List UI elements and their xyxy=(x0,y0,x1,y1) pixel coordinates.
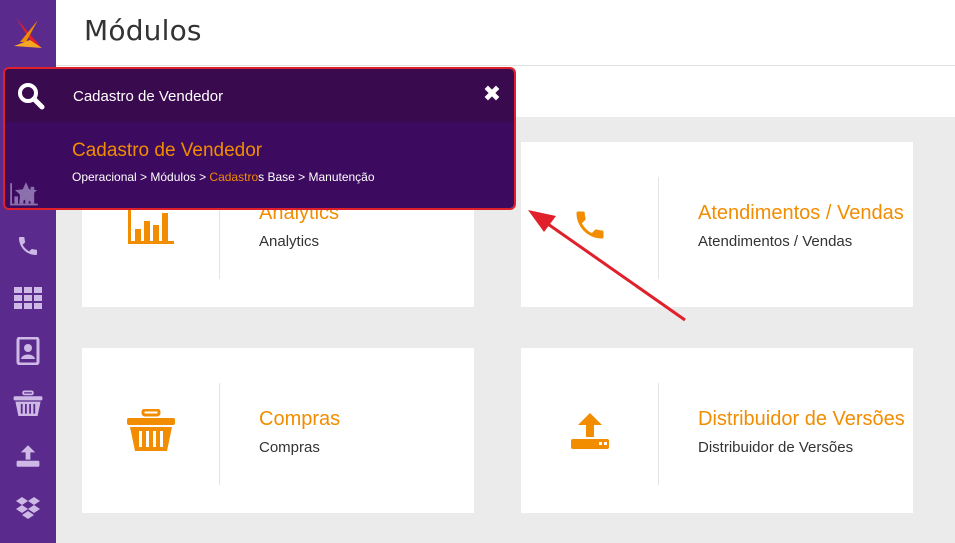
module-card-atendimentos[interactable]: Atendimentos / Vendas Atendimentos / Ven… xyxy=(521,142,913,307)
module-subtitle: Distribuidor de Versões xyxy=(698,439,854,456)
module-subtitle: Compras xyxy=(259,439,320,456)
dropbox-icon xyxy=(15,496,41,520)
module-card-distribuidor[interactable]: Distribuidor de Versões Distribuidor de … xyxy=(521,348,913,513)
card-divider xyxy=(658,383,659,485)
sidebar-item-atendimentos[interactable] xyxy=(0,220,56,272)
card-divider xyxy=(219,383,220,485)
bar-chart-icon[interactable] xyxy=(9,182,39,210)
contact-book-icon xyxy=(16,337,40,365)
search-panel: ✖ Cadastro de Vendedor Operacional > Mód… xyxy=(3,67,516,210)
search-result-item[interactable]: Cadastro de Vendedor Operacional > Módul… xyxy=(5,122,514,208)
sidebar-item-contacts[interactable] xyxy=(0,325,56,377)
sidebar-item-grid[interactable] xyxy=(0,272,56,324)
search-input[interactable] xyxy=(73,83,453,109)
module-title[interactable]: Atendimentos / Vendas xyxy=(698,202,904,225)
breadcrumb-match: Cadastro xyxy=(209,170,259,184)
search-icon[interactable] xyxy=(11,77,51,115)
module-title[interactable]: Distribuidor de Versões xyxy=(698,408,905,431)
module-card-compras[interactable]: Compras Compras xyxy=(82,348,474,513)
grid-icon xyxy=(14,287,42,309)
page-title: Módulos xyxy=(84,14,202,47)
module-title[interactable]: Compras xyxy=(259,408,340,431)
basket-icon xyxy=(82,348,219,513)
card-divider xyxy=(658,177,659,279)
sidebar-item-compras[interactable] xyxy=(0,378,56,430)
header: Módulos xyxy=(56,0,955,66)
search-result-breadcrumb: Operacional > Módulos > Cadastros Base >… xyxy=(72,170,375,184)
sidebar-item-dropbox[interactable] xyxy=(0,482,56,534)
search-result-title[interactable]: Cadastro de Vendedor xyxy=(72,140,262,162)
app: Módulos Analytics Analytics Atendimentos… xyxy=(0,0,955,543)
app-logo[interactable] xyxy=(0,0,56,66)
sidebar-item-upload[interactable] xyxy=(0,430,56,482)
module-subtitle: Atendimentos / Vendas xyxy=(698,233,853,250)
basket-icon xyxy=(13,390,43,418)
breadcrumb-part: Operacional > Módulos > xyxy=(72,170,210,184)
phone-icon xyxy=(521,142,658,307)
search-bar: ✖ xyxy=(5,69,514,122)
breadcrumb-part: s Base > Manutenção xyxy=(258,170,375,184)
module-subtitle: Analytics xyxy=(259,233,320,250)
upload-icon xyxy=(521,348,658,513)
close-icon[interactable]: ✖ xyxy=(477,79,507,109)
upload-icon xyxy=(15,444,41,468)
phone-icon xyxy=(16,234,40,258)
